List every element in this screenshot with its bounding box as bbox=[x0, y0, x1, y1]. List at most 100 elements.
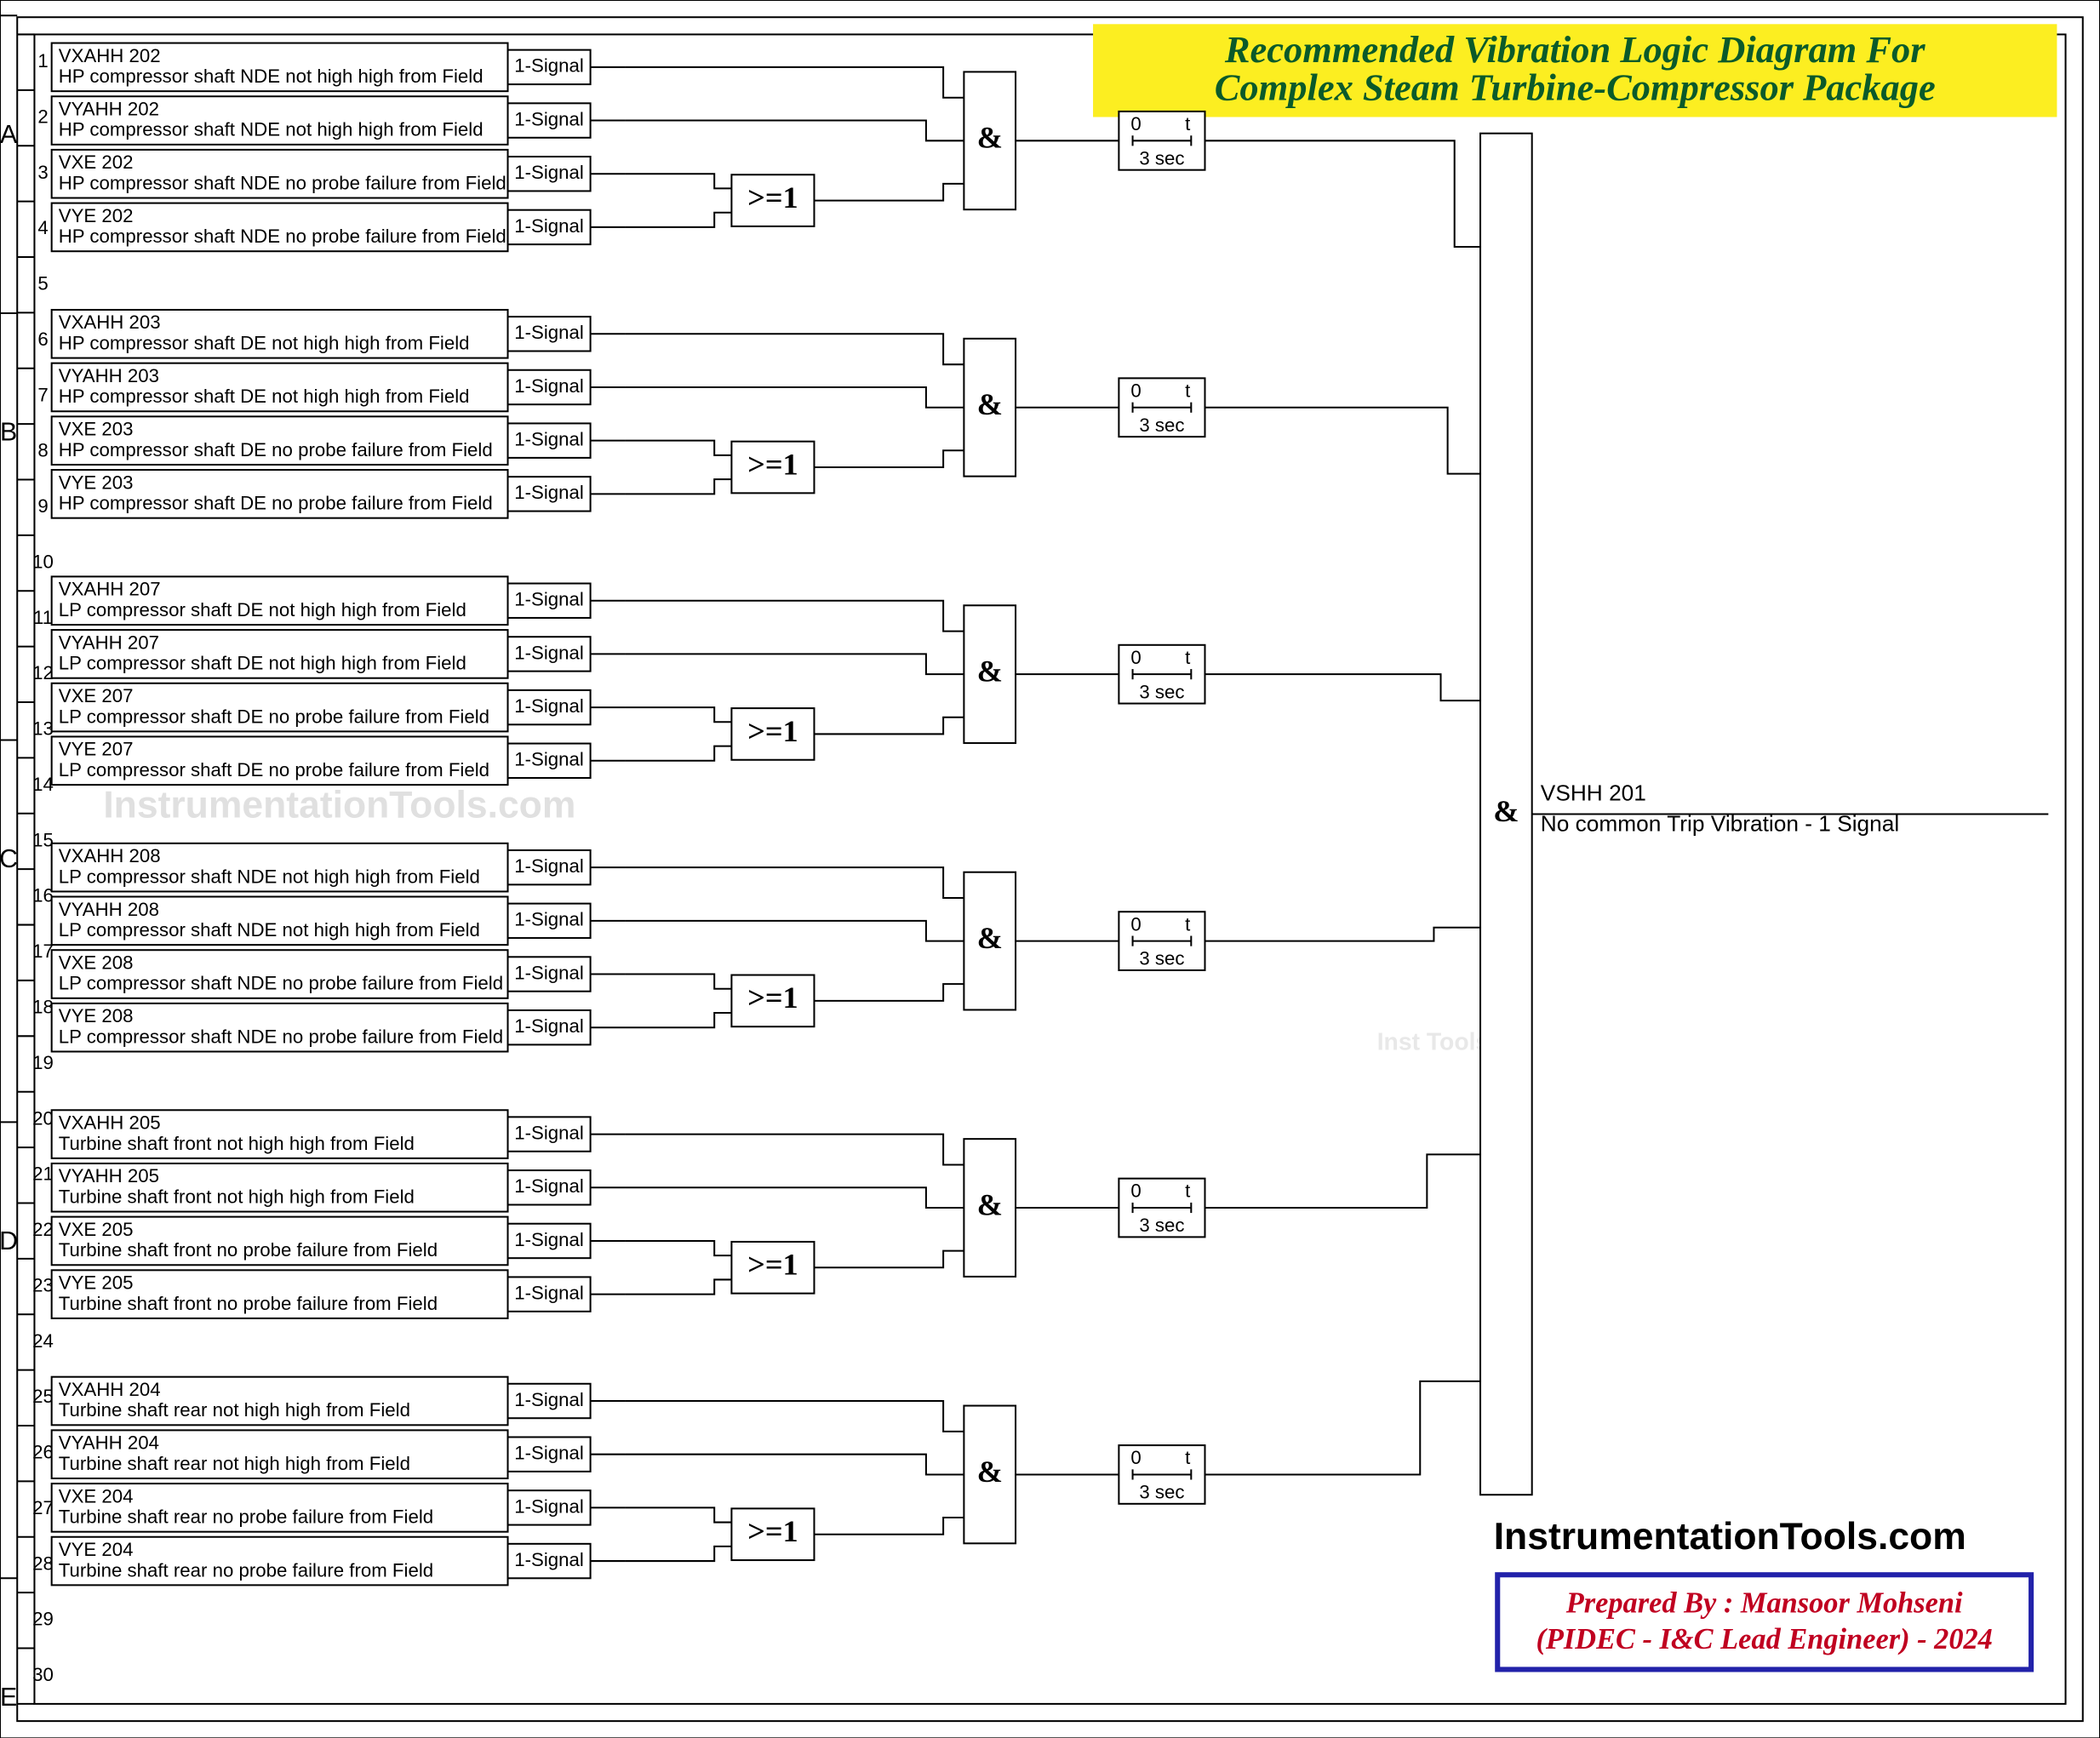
signal-desc: HP compressor shaft DE no probe failure … bbox=[59, 493, 493, 514]
one-signal-label: 1-Signal bbox=[514, 695, 584, 717]
one-signal-label: 1-Signal bbox=[514, 322, 584, 343]
title-line2: Complex Steam Turbine-Compressor Package bbox=[1215, 66, 1936, 108]
signal-desc: HP compressor shaft DE no probe failure … bbox=[59, 439, 493, 460]
signal-desc: HP compressor shaft NDE not high high fr… bbox=[59, 66, 484, 87]
timer-duration: 3 sec bbox=[1139, 147, 1184, 169]
timer-zero: 0 bbox=[1130, 113, 1141, 134]
timer-duration: 3 sec bbox=[1139, 948, 1184, 969]
one-signal-label: 1-Signal bbox=[514, 749, 584, 770]
row-number-15: 15 bbox=[32, 829, 54, 850]
signal-tag: VXE 207 bbox=[59, 685, 134, 706]
row-letter-C: C bbox=[0, 845, 18, 873]
row-number-6: 6 bbox=[37, 329, 48, 350]
one-signal-label: 1-Signal bbox=[514, 375, 584, 397]
signal-tag: VXE 208 bbox=[59, 952, 134, 973]
timer-t: t bbox=[1185, 1181, 1191, 1202]
signal-tag: VYE 204 bbox=[59, 1539, 134, 1560]
signal-desc: LP compressor shaft NDE not high high fr… bbox=[59, 919, 480, 940]
signal-tag: VYE 208 bbox=[59, 1005, 134, 1026]
one-signal-label: 1-Signal bbox=[514, 909, 584, 930]
logic-diagram: 1234567891011121314151617181920212223242… bbox=[0, 0, 2100, 1738]
signal-tag: VYE 207 bbox=[59, 739, 134, 760]
signal-desc: LP compressor shaft DE no probe failure … bbox=[59, 759, 489, 780]
row-number-1: 1 bbox=[37, 50, 48, 71]
one-signal-label: 1-Signal bbox=[514, 1122, 584, 1143]
row-number-29: 29 bbox=[32, 1609, 54, 1630]
signal-tag: VXAHH 203 bbox=[59, 312, 161, 333]
timer-duration: 3 sec bbox=[1139, 1482, 1184, 1503]
and-label: & bbox=[977, 1187, 1003, 1221]
watermark-right: Inst Tools bbox=[1377, 1027, 1490, 1055]
row-number-12: 12 bbox=[32, 662, 54, 683]
row-number-30: 30 bbox=[32, 1664, 54, 1685]
signal-tag: VYAHH 204 bbox=[59, 1432, 159, 1454]
one-signal-label: 1-Signal bbox=[514, 642, 584, 663]
timer-duration: 3 sec bbox=[1139, 1215, 1184, 1236]
credit-line2: (PIDEC - I&C Lead Engineer) - 2024 bbox=[1536, 1623, 1992, 1655]
one-signal-label: 1-Signal bbox=[514, 962, 584, 983]
or-label: >=1 bbox=[747, 180, 798, 214]
timer-t: t bbox=[1185, 913, 1191, 935]
final-and-label: & bbox=[1493, 794, 1519, 828]
row-letter-D: D bbox=[0, 1227, 18, 1255]
signal-tag: VXAHH 204 bbox=[59, 1379, 161, 1400]
signal-desc: HP compressor shaft NDE no probe failure… bbox=[59, 226, 506, 247]
row-number-10: 10 bbox=[32, 551, 54, 572]
signal-tag: VYE 203 bbox=[59, 472, 134, 493]
or-label: >=1 bbox=[747, 1514, 798, 1548]
row-number-17: 17 bbox=[32, 940, 54, 962]
output-desc: No common Trip Vibration - 1 Signal bbox=[1541, 811, 1899, 837]
signal-desc: Turbine shaft rear not high high from Fi… bbox=[59, 1453, 410, 1474]
one-signal-label: 1-Signal bbox=[514, 482, 584, 503]
signal-desc: LP compressor shaft NDE no probe failure… bbox=[59, 973, 503, 994]
row-number-21: 21 bbox=[32, 1163, 54, 1185]
row-letter-B: B bbox=[0, 419, 17, 447]
row-number-20: 20 bbox=[32, 1107, 54, 1129]
row-number-19: 19 bbox=[32, 1052, 54, 1073]
signal-desc: LP compressor shaft NDE no probe failure… bbox=[59, 1026, 503, 1047]
one-signal-label: 1-Signal bbox=[514, 1229, 584, 1250]
row-number-25: 25 bbox=[32, 1386, 54, 1407]
watermark-left: InstrumentationTools.com bbox=[103, 785, 575, 826]
signal-tag: VYAHH 207 bbox=[59, 632, 159, 653]
row-number-16: 16 bbox=[32, 885, 54, 906]
row-number-2: 2 bbox=[37, 106, 48, 127]
timer-t: t bbox=[1185, 647, 1191, 668]
timer-duration: 3 sec bbox=[1139, 681, 1184, 702]
signal-tag: VYAHH 203 bbox=[59, 365, 159, 386]
row-number-3: 3 bbox=[37, 162, 48, 183]
signal-tag: VYAHH 208 bbox=[59, 899, 159, 920]
signal-desc: HP compressor shaft NDE no probe failure… bbox=[59, 172, 506, 193]
title-line1: Recommended Vibration Logic Diagram For bbox=[1224, 28, 1925, 71]
one-signal-label: 1-Signal bbox=[514, 1015, 584, 1037]
row-number-28: 28 bbox=[32, 1552, 54, 1574]
signal-desc: Turbine shaft front no probe failure fro… bbox=[59, 1239, 438, 1261]
signal-tag: VXE 202 bbox=[59, 152, 134, 173]
signal-desc: HP compressor shaft NDE not high high fr… bbox=[59, 119, 484, 140]
row-number-22: 22 bbox=[32, 1219, 54, 1240]
signal-desc: Turbine shaft front no probe failure fro… bbox=[59, 1293, 438, 1314]
output-tag: VSHH 201 bbox=[1541, 780, 1646, 805]
signal-tag: VXE 204 bbox=[59, 1485, 134, 1506]
row-number-26: 26 bbox=[32, 1442, 54, 1463]
signal-desc: Turbine shaft front not high high from F… bbox=[59, 1133, 415, 1154]
signal-desc: LP compressor shaft DE not high high fro… bbox=[59, 653, 466, 674]
row-number-8: 8 bbox=[37, 440, 48, 461]
signal-tag: VXAHH 208 bbox=[59, 845, 161, 866]
one-signal-label: 1-Signal bbox=[514, 589, 584, 610]
signal-tag: VXE 203 bbox=[59, 419, 134, 440]
and-label: & bbox=[977, 1455, 1003, 1489]
timer-t: t bbox=[1185, 1447, 1191, 1468]
timer-zero: 0 bbox=[1130, 380, 1141, 401]
one-signal-label: 1-Signal bbox=[514, 855, 584, 877]
one-signal-label: 1-Signal bbox=[514, 1283, 584, 1304]
one-signal-label: 1-Signal bbox=[514, 429, 584, 450]
row-number-14: 14 bbox=[32, 774, 54, 795]
timer-t: t bbox=[1185, 380, 1191, 401]
signal-desc: LP compressor shaft DE no probe failure … bbox=[59, 706, 489, 727]
signal-tag: VXE 205 bbox=[59, 1219, 134, 1240]
timer-zero: 0 bbox=[1130, 1181, 1141, 1202]
signal-desc: Turbine shaft rear no probe failure from… bbox=[59, 1506, 433, 1528]
signal-tag: VXAHH 202 bbox=[59, 45, 161, 66]
signal-tag: VYE 205 bbox=[59, 1272, 134, 1294]
